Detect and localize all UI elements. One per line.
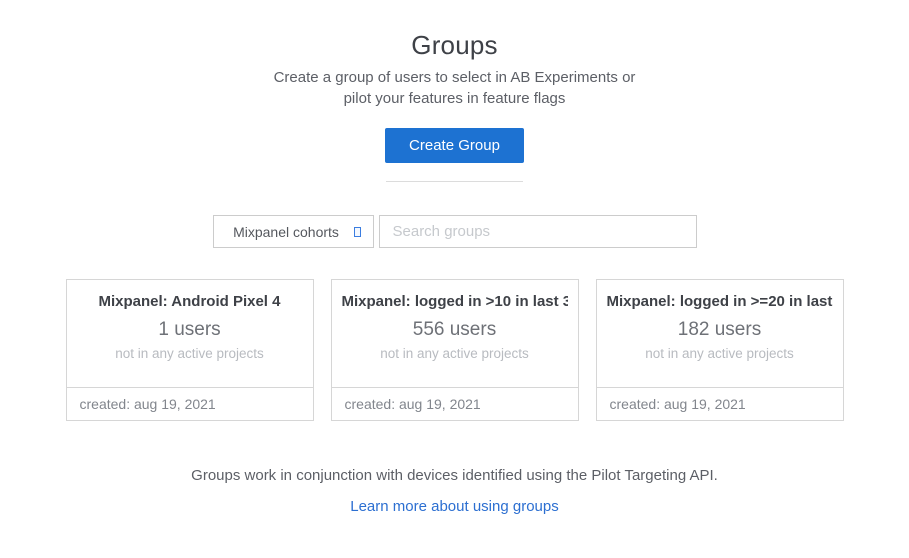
cohort-source-dropdown[interactable]: Mixpanel cohorts — [213, 215, 374, 248]
page-subtitle: Create a group of users to select in AB … — [266, 68, 644, 109]
group-title: Mixpanel: logged in >=20 in last 30... — [607, 293, 833, 310]
dropdown-caret-icon — [354, 227, 361, 237]
create-group-button[interactable]: Create Group — [385, 128, 524, 163]
group-card-body: Mixpanel: logged in >=20 in last 30... 1… — [597, 280, 843, 387]
header-divider — [386, 181, 523, 182]
group-created-label: created: aug 19, 2021 — [332, 387, 578, 420]
page-title: Groups — [0, 30, 909, 61]
group-title: Mixpanel: Android Pixel 4 — [77, 293, 303, 310]
group-created-label: created: aug 19, 2021 — [67, 387, 313, 420]
groups-page: Groups Create a group of users to select… — [0, 0, 909, 558]
group-cards-row: Mixpanel: Android Pixel 4 1 users not in… — [0, 279, 909, 421]
create-group-row: Create Group — [0, 128, 909, 163]
group-users-count: 1 users — [77, 319, 303, 341]
learn-more-link[interactable]: Learn more about using groups — [350, 498, 558, 515]
group-users-count: 182 users — [607, 319, 833, 341]
search-groups-input[interactable] — [379, 215, 697, 248]
footer-link-row: Learn more about using groups — [0, 498, 909, 516]
filter-row: Mixpanel cohorts — [0, 215, 909, 248]
group-card[interactable]: Mixpanel: logged in >=20 in last 30... 1… — [596, 279, 844, 421]
group-status: not in any active projects — [607, 346, 833, 361]
group-users-count: 556 users — [342, 319, 568, 341]
group-status: not in any active projects — [77, 346, 303, 361]
page-header: Groups Create a group of users to select… — [0, 0, 909, 109]
group-status: not in any active projects — [342, 346, 568, 361]
group-card-body: Mixpanel: logged in >10 in last 30 ... 5… — [332, 280, 578, 387]
group-card[interactable]: Mixpanel: Android Pixel 4 1 users not in… — [66, 279, 314, 421]
group-card-body: Mixpanel: Android Pixel 4 1 users not in… — [67, 280, 313, 387]
footer-info-text: Groups work in conjunction with devices … — [0, 467, 909, 484]
group-created-label: created: aug 19, 2021 — [597, 387, 843, 420]
group-title: Mixpanel: logged in >10 in last 30 ... — [342, 293, 568, 310]
cohort-source-value: Mixpanel cohorts — [233, 224, 353, 240]
group-card[interactable]: Mixpanel: logged in >10 in last 30 ... 5… — [331, 279, 579, 421]
